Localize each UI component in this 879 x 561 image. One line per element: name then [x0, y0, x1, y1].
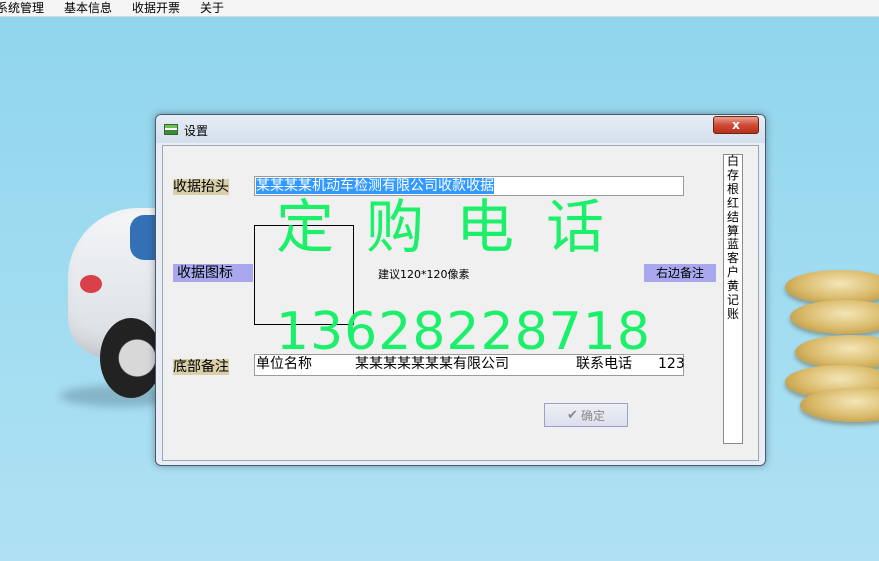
car-taillight-decoration [80, 275, 102, 293]
legend-char: 存 [726, 167, 739, 182]
dialog-title: 设置 [184, 124, 209, 138]
receipt-header-selected-text: 某某某某机动车检测有限公司收款收据 [256, 178, 494, 194]
legend-char: 红 [726, 195, 739, 210]
menu-receipt-invoicing[interactable]: 收据开票 [132, 0, 180, 16]
menu-bar: 系统管理 基本信息 收据开票 关于 [0, 0, 879, 17]
receipt-header-input[interactable]: 某某某某机动车检测有限公司收款收据 [254, 176, 684, 196]
app-window-icon [164, 124, 178, 135]
coin-decoration [800, 388, 879, 422]
right-note-label: 右边备注 [644, 264, 716, 282]
legend-char: 算 [726, 223, 739, 238]
coin-decoration [790, 300, 879, 334]
checkmark-icon: ✔ [567, 407, 578, 423]
receipt-icon-label: 收据图标 [173, 264, 253, 282]
dialog-content: 收据抬头 某某某某机动车检测有限公司收款收据 收据图标 建议120*120像素 … [162, 145, 759, 461]
legend-char: 白 [726, 154, 739, 168]
company-name-value: 某某某某某某某有限公司 [355, 356, 509, 372]
legend-char: 记 [726, 293, 739, 308]
receipt-header-label: 收据抬头 [173, 179, 229, 195]
ok-button[interactable]: ✔ 确定 [544, 403, 628, 427]
company-name-label: 单位名称 [256, 356, 312, 372]
settings-dialog: 设置 x 收据抬头 某某某某机动车检测有限公司收款收据 收据图标 建议120*1… [155, 114, 766, 466]
dialog-titlebar[interactable]: 设置 x [156, 115, 765, 143]
coin-decoration [785, 270, 879, 304]
footer-note-label: 底部备注 [173, 359, 229, 375]
legend-char: 根 [726, 181, 739, 196]
close-icon: x [732, 118, 740, 132]
phone-value: 123 [658, 356, 685, 372]
phone-label: 联系电话 [576, 356, 632, 372]
menu-system-management[interactable]: 系统管理 [0, 0, 44, 16]
menu-basic-info[interactable]: 基本信息 [64, 0, 112, 16]
right-copy-legend-list[interactable]: 白 存 根 红 结 算 蓝 客 户 黄 记 账 [723, 154, 743, 444]
close-button[interactable]: x [713, 116, 759, 134]
ok-button-label: 确定 [580, 408, 605, 423]
footer-note-input[interactable]: 单位名称 某某某某某某某有限公司 联系电话 123 [254, 354, 685, 376]
legend-char: 黄 [726, 279, 739, 294]
legend-char: 户 [726, 265, 739, 280]
car-wheel-decoration [100, 318, 162, 398]
receipt-icon-image-box[interactable] [254, 225, 354, 325]
menu-about[interactable]: 关于 [200, 0, 224, 16]
legend-char: 账 [726, 306, 739, 321]
icon-size-hint: 建议120*120像素 [378, 268, 470, 281]
legend-char: 结 [726, 209, 739, 224]
coin-decoration [795, 335, 879, 369]
